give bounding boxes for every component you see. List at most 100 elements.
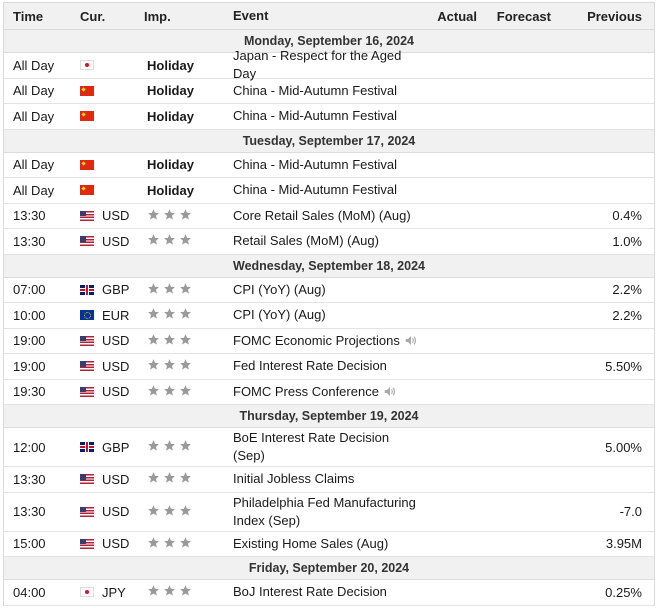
header-currency[interactable]: Cur. [72,9,144,24]
eu-flag-icon [80,310,94,321]
table-row[interactable]: 12:00 GBP BoE Interest Rate Decision (Se… [4,428,654,467]
currency-code: USD [102,333,130,349]
holiday-label: Holiday [147,157,194,173]
event-cell[interactable]: China - Mid-Autumn Festival [233,107,423,125]
event-cell[interactable]: Japan - Respect for the Aged Day [233,47,423,83]
table-row[interactable]: 13:30 USD Philadelphia Fed Manufacturing… [4,493,654,532]
currency-cell: USD [72,234,144,249]
currency-cell: EUR [72,308,144,323]
star-icon [164,359,175,370]
importance-cell [144,282,233,298]
event-cell[interactable]: China - Mid-Autumn Festival [233,181,423,199]
importance-stars [147,208,192,221]
event-name[interactable]: China - Mid-Autumn Festival [233,83,397,98]
event-time: 07:00 [13,282,46,298]
event-name[interactable]: Philadelphia Fed Manufacturing Index (Se… [233,495,416,528]
japan-flag-icon [80,587,94,598]
table-row[interactable]: All Day Holiday China - Mid-Autumn Festi… [4,178,654,204]
event-name[interactable]: FOMC Economic Projections [233,333,400,348]
currency-code: JPY [102,584,126,600]
event-name[interactable]: Japan - Respect for the Aged Day [233,48,401,81]
event-name[interactable]: BoJ Interest Rate Decision [233,584,387,599]
us-flag-icon [80,538,94,549]
table-row[interactable]: 07:00 GBP CPI (YoY) (Aug) 2.2% [4,278,654,303]
table-row[interactable]: 13:30 USD Initial Jobless Claims [4,467,654,493]
event-cell[interactable]: FOMC Economic Projections [233,332,423,350]
star-icon [148,308,159,319]
table-row[interactable]: All Day Holiday China - Mid-Autumn Festi… [4,153,654,178]
star-icon [180,308,191,319]
importance-cell [144,439,233,455]
header-importance[interactable]: Imp. [144,9,233,24]
table-row[interactable]: 13:30 USD Retail Sales (MoM) (Aug) 1.0% [4,229,654,255]
table-body: Monday, September 16, 2024 All Day Holid… [4,30,654,606]
importance-cell [144,384,233,400]
importance-cell [144,536,233,552]
importance-cell [144,233,233,249]
table-row[interactable]: 19:30 USD FOMC Press Conference [4,380,654,405]
event-name[interactable]: Existing Home Sales (Aug) [233,536,388,551]
event-name[interactable]: China - Mid-Autumn Festival [233,157,397,172]
table-row[interactable]: 13:30 USD Core Retail Sales (MoM) (Aug) … [4,204,654,229]
event-time: 19:00 [13,333,46,349]
event-cell[interactable]: Retail Sales (MoM) (Aug) [233,232,423,250]
event-name[interactable]: Retail Sales (MoM) (Aug) [233,233,379,248]
importance-stars [147,536,192,549]
event-name[interactable]: Initial Jobless Claims [233,471,354,486]
table-row[interactable]: All Day Holiday China - Mid-Autumn Festi… [4,104,654,130]
star-icon [180,282,191,294]
star-icon [180,333,191,345]
uk-flag-icon [80,284,94,295]
event-name[interactable]: BoE Interest Rate Decision (Sep) [233,430,389,463]
event-cell[interactable]: Initial Jobless Claims [233,470,423,488]
table-row[interactable]: 19:00 USD FOMC Economic Projections [4,329,654,354]
star-icon [148,440,159,451]
day-label: Tuesday, September 17, 2024 [242,133,416,148]
event-cell[interactable]: FOMC Press Conference [233,383,423,401]
event-name[interactable]: Fed Interest Rate Decision [233,358,387,373]
table-row[interactable]: 15:00 USD Existing Home Sales (Aug) 3.95… [4,532,654,557]
event-cell[interactable]: Existing Home Sales (Aug) [233,535,423,553]
header-time[interactable]: Time [4,9,72,24]
event-cell[interactable]: China - Mid-Autumn Festival [233,82,423,100]
event-cell[interactable]: China - Mid-Autumn Festival [233,156,423,174]
event-cell[interactable]: Philadelphia Fed Manufacturing Index (Se… [233,494,423,530]
speaker-icon [384,386,395,396]
table-row[interactable]: 10:00 EUR CPI (YoY) (Aug) 2.2% [4,303,654,329]
importance-cell [144,471,233,487]
star-icon [180,440,191,451]
header-event[interactable]: Event [233,7,423,25]
star-icon [148,359,159,370]
event-name[interactable]: CPI (YoY) (Aug) [233,307,326,322]
us-flag-icon [80,236,94,247]
event-cell[interactable]: BoE Interest Rate Decision (Sep) [233,429,423,465]
china-flag-icon [80,159,94,170]
header-forecast[interactable]: Forecast [481,9,555,24]
event-cell[interactable]: BoJ Interest Rate Decision [233,583,423,601]
event-name[interactable]: Core Retail Sales (MoM) (Aug) [233,208,411,223]
star-icon [164,333,175,345]
event-name[interactable]: China - Mid-Autumn Festival [233,182,397,197]
table-row[interactable]: All Day Holiday Japan - Respect for the … [4,48,654,81]
currency-code: GBP [102,282,130,298]
day-header: Wednesday, September 18, 2024 [4,254,654,278]
event-name[interactable]: China - Mid-Autumn Festival [233,108,397,123]
event-cell[interactable]: Fed Interest Rate Decision [233,357,423,375]
previous-value: 3.95M [605,536,642,552]
event-name[interactable]: CPI (YoY) (Aug) [233,282,326,297]
currency-code: USD [102,471,130,487]
table-row[interactable]: 19:00 USD Fed Interest Rate Decision 5.5… [4,354,654,380]
event-cell[interactable]: Core Retail Sales (MoM) (Aug) [233,207,423,225]
importance-cell: Holiday [144,183,233,198]
event-time: 13:30 [13,208,46,224]
table-row[interactable]: 04:00 JPY BoJ Interest Rate Decision 0.2… [4,580,654,606]
day-header: Tuesday, September 17, 2024 [4,129,654,153]
table-row[interactable]: All Day Holiday China - Mid-Autumn Festi… [4,79,654,104]
event-cell[interactable]: CPI (YoY) (Aug) [233,306,423,324]
header-previous[interactable]: Previous [555,9,653,24]
day-header: Thursday, September 19, 2024 [4,405,654,428]
importance-cell: Holiday [144,58,233,73]
header-actual[interactable]: Actual [423,9,481,24]
event-cell[interactable]: CPI (YoY) (Aug) [233,281,423,299]
event-name[interactable]: FOMC Press Conference [233,384,379,399]
